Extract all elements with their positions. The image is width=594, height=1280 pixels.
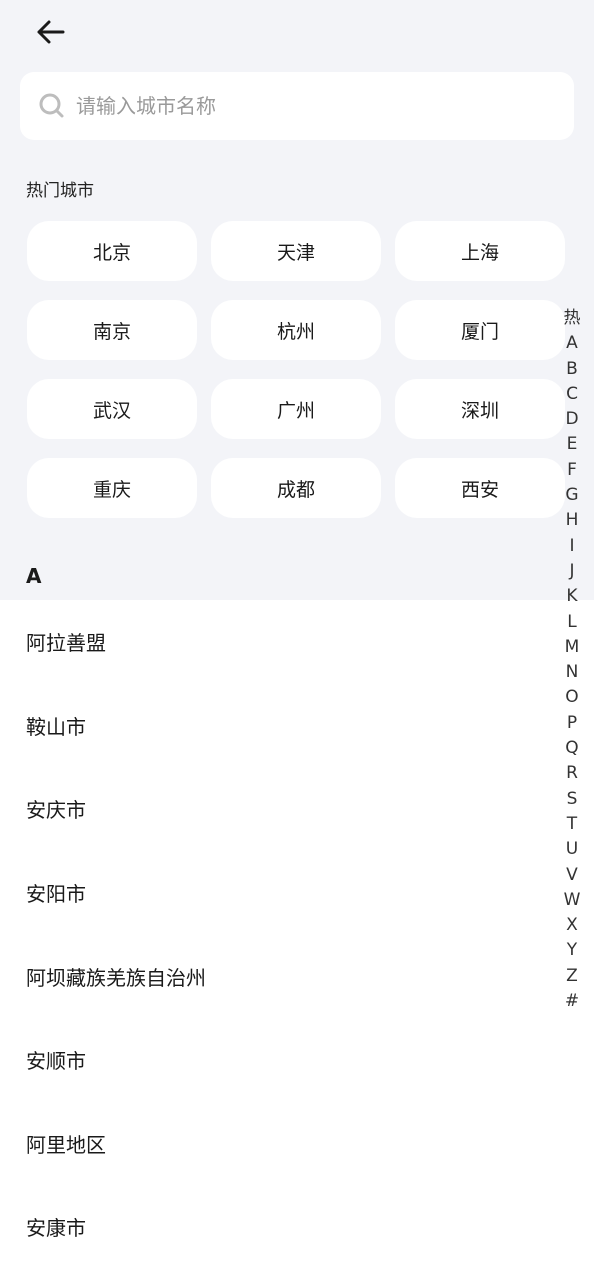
hot-city-chip[interactable]: 广州 [211, 379, 381, 439]
city-list-item[interactable]: 安阳市 [0, 851, 560, 935]
index-letter[interactable]: I [569, 534, 574, 559]
index-letter[interactable]: F [567, 458, 577, 483]
index-letter[interactable]: J [569, 559, 574, 584]
index-letter[interactable]: D [565, 407, 578, 432]
index-letter[interactable]: Y [567, 938, 577, 963]
index-letter[interactable]: U [566, 837, 578, 862]
index-letter[interactable]: E [567, 432, 578, 457]
index-letter[interactable]: A [566, 331, 578, 356]
hot-city-chip[interactable]: 杭州 [211, 300, 381, 360]
hot-city-chip[interactable]: 重庆 [27, 458, 197, 518]
city-list-item[interactable]: 鞍山市 [0, 684, 560, 768]
index-letter[interactable]: N [566, 660, 579, 685]
index-letter[interactable]: V [566, 863, 578, 888]
index-letter[interactable]: K [566, 584, 577, 609]
hot-cities-grid: 北京 天津 上海 南京 杭州 厦门 武汉 广州 深圳 重庆 成都 西安 [27, 221, 567, 518]
index-letter[interactable]: S [567, 787, 578, 812]
index-letter[interactable]: W [564, 888, 581, 913]
hot-city-chip[interactable]: 西安 [395, 458, 565, 518]
index-letter[interactable]: # [565, 989, 579, 1014]
index-letter[interactable]: R [566, 761, 578, 786]
hot-city-chip[interactable]: 南京 [27, 300, 197, 360]
hot-city-chip[interactable]: 厦门 [395, 300, 565, 360]
index-letter[interactable]: L [567, 610, 576, 635]
city-list-item[interactable]: 阿里地区 [0, 1102, 560, 1186]
search-input[interactable] [76, 94, 516, 118]
index-letter[interactable]: Q [565, 736, 578, 761]
index-letter[interactable]: 热 [564, 306, 581, 331]
index-letter[interactable]: G [565, 483, 578, 508]
alphabet-index-bar[interactable]: 热 A B C D E F G H I J K L M N O P Q R S T U V W X Y Z # [558, 306, 586, 1014]
arrow-left-icon [37, 20, 65, 44]
index-letter[interactable]: Z [566, 964, 578, 989]
hot-city-chip[interactable]: 武汉 [27, 379, 197, 439]
index-letter[interactable]: O [565, 685, 578, 710]
index-letter[interactable]: C [566, 382, 578, 407]
city-list-item[interactable]: 安康市 [0, 1185, 560, 1269]
search-box[interactable] [20, 72, 574, 140]
index-letter[interactable]: B [566, 357, 578, 382]
index-letter[interactable]: P [567, 711, 577, 736]
city-list-item[interactable]: 安顺市 [0, 1018, 560, 1102]
index-letter[interactable]: T [567, 812, 577, 837]
city-list-item[interactable]: 阿拉善盟 [0, 600, 560, 684]
index-letter[interactable]: X [566, 913, 578, 938]
hot-city-chip[interactable]: 成都 [211, 458, 381, 518]
hot-city-chip[interactable]: 深圳 [395, 379, 565, 439]
hot-city-chip[interactable]: 天津 [211, 221, 381, 281]
section-header-a: A [26, 564, 42, 588]
index-letter[interactable]: M [565, 635, 580, 660]
city-list-item[interactable]: 安庆市 [0, 767, 560, 851]
hot-cities-title: 热门城市 [26, 181, 94, 201]
hot-city-chip[interactable]: 上海 [395, 221, 565, 281]
city-list: 阿拉善盟 鞍山市 安庆市 安阳市 阿坝藏族羌族自治州 安顺市 阿里地区 安康市 [0, 600, 560, 1269]
hot-city-chip[interactable]: 北京 [27, 221, 197, 281]
index-letter[interactable]: H [566, 508, 579, 533]
search-icon [38, 92, 66, 120]
back-button[interactable] [30, 14, 70, 50]
city-list-item[interactable]: 阿坝藏族羌族自治州 [0, 934, 560, 1018]
top-area: 热门城市 北京 天津 上海 南京 杭州 厦门 武汉 广州 深圳 重庆 成都 西安… [0, 0, 594, 600]
